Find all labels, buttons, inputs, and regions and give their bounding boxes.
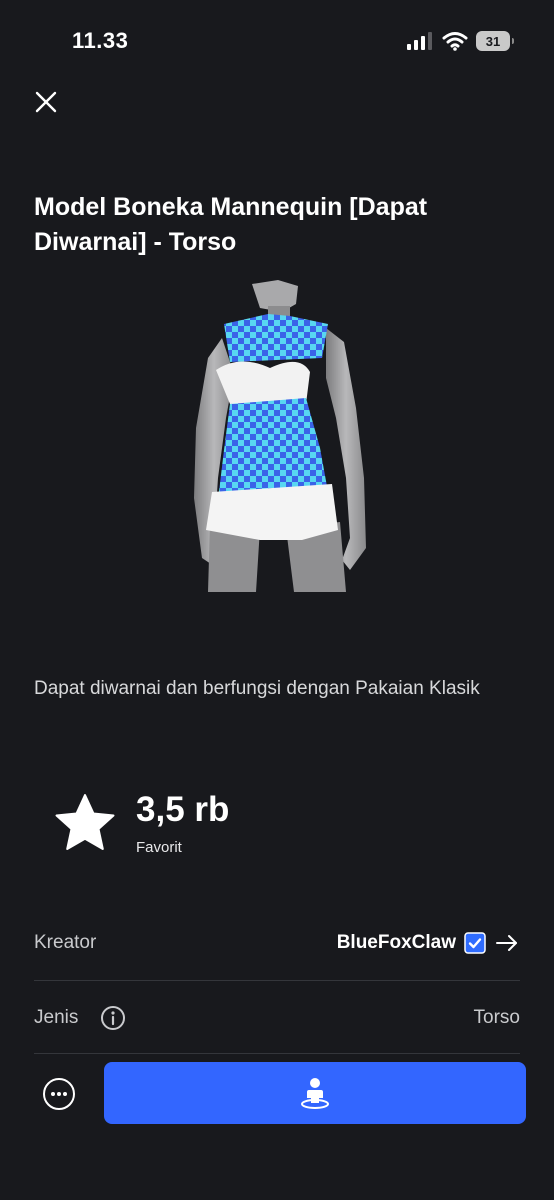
battery-indicator: 31 — [476, 31, 514, 51]
favorite-label: Favorit — [136, 839, 182, 856]
creator-name[interactable]: BlueFoxClaw — [337, 932, 456, 954]
verified-badge-icon — [464, 932, 486, 954]
creator-label: Kreator — [34, 932, 97, 953]
battery-level: 31 — [485, 33, 501, 49]
star-icon[interactable] — [54, 792, 116, 854]
close-icon — [35, 91, 57, 113]
wifi-icon — [442, 32, 468, 51]
item-title: Model Boneka Mannequin [Dapat Diwarnai] … — [34, 193, 428, 256]
type-row: Jenis Torso — [34, 981, 520, 1055]
product-image — [194, 280, 366, 592]
more-options-button[interactable] — [42, 1077, 76, 1111]
battery-cap — [512, 38, 514, 44]
arrow-right-icon — [496, 935, 517, 951]
type-value: Torso — [473, 1007, 520, 1028]
try-on-button[interactable] — [104, 1062, 526, 1124]
info-icon[interactable] — [100, 1005, 126, 1031]
status-time: 11.33 — [72, 28, 129, 53]
favorite-count: 3,5 rb — [136, 790, 230, 829]
status-icons: 31 — [406, 30, 514, 52]
item-description: Dapat diwarnai dan berfungsi dengan Paka… — [34, 678, 480, 699]
type-label: Jenis — [34, 1007, 79, 1028]
avatar-try-on-icon — [301, 1078, 329, 1109]
status-bar: 11.33 31 — [0, 0, 554, 80]
signal-icon — [407, 32, 432, 50]
close-button[interactable] — [30, 86, 62, 118]
creator-link[interactable]: BlueFoxClaw — [337, 926, 520, 960]
home-indicator-area — [0, 1140, 554, 1200]
creator-row: Kreator BlueFoxClaw — [34, 906, 520, 980]
divider — [34, 1053, 520, 1054]
